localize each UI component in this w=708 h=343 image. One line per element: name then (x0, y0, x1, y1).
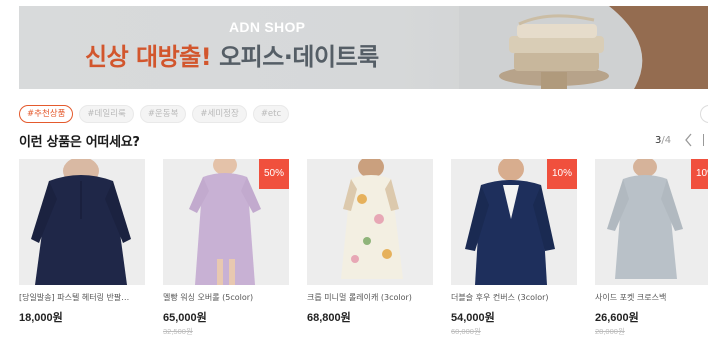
product-card[interactable]: 50% 멜빵 워싱 오버롤 (5color) 65,000원 32,500원 (163, 159, 289, 337)
discount-badge: 10% (547, 159, 577, 189)
product-image[interactable]: 10% (451, 159, 577, 285)
pager: 3 /4 (655, 133, 705, 147)
product-price: 68,800원 (307, 312, 351, 324)
discount-badge: 10% (691, 159, 708, 189)
product-name[interactable]: 더블슬 후우 컨버스 (3color) (451, 292, 577, 303)
product-price: 26,600원 (595, 312, 639, 324)
banner-title-highlight: 신상 대방출! (85, 43, 212, 71)
product-price: 18,000원 (19, 312, 63, 324)
pager-total: /4 (661, 134, 672, 146)
product-name[interactable]: 사이드 포켓 크로스백 (595, 292, 708, 303)
product-card[interactable]: 10% 사이드 포켓 크로스백 26,600원 28,000원 (595, 159, 708, 337)
product-image[interactable] (19, 159, 145, 285)
product-price: 65,000원 (163, 312, 207, 324)
tag-sportswear[interactable]: #운동복 (139, 105, 187, 123)
banner-fabric-image (459, 6, 708, 89)
discount-badge: 50% (259, 159, 289, 189)
tag-daily-look[interactable]: #데일리룩 (79, 105, 134, 123)
product-image[interactable]: 50% (163, 159, 289, 285)
product-image[interactable]: 10% (595, 159, 708, 285)
tag-semi-formal[interactable]: #세미정장 (192, 105, 247, 123)
product-card[interactable]: 10% 더블슬 후우 컨버스 (3color) 54,000원 60,000원 (451, 159, 577, 337)
prev-page-icon[interactable] (683, 133, 695, 147)
original-price: 28,000원 (595, 327, 625, 336)
product-card[interactable]: [당일발송] 파스텔 헤터링 반팔… 18,000원 (19, 159, 145, 325)
product-image[interactable] (307, 159, 433, 285)
tag-scroll-button[interactable] (700, 105, 708, 123)
tag-etc[interactable]: #etc (252, 105, 290, 123)
banner-title-rest: 오피스·데이트룩 (219, 43, 379, 71)
original-price: 60,000원 (451, 327, 481, 336)
product-price: 54,000원 (451, 312, 495, 324)
product-card[interactable]: 크롭 미니멀 롤레이캐 (3color) 68,800원 (307, 159, 433, 325)
banner-brand: ADN SHOP (229, 19, 306, 35)
pager-divider (703, 134, 705, 146)
promo-banner[interactable]: ADN SHOP 신상 대방출! 오피스·데이트룩 (19, 6, 708, 89)
product-name[interactable]: [당일발송] 파스텔 헤터링 반팔… (19, 292, 145, 303)
section-title: 이런 상품은 어떠세요? (19, 135, 140, 150)
original-price: 32,500원 (163, 327, 193, 336)
product-name[interactable]: 크롭 미니멀 롤레이캐 (3color) (307, 292, 433, 303)
product-name[interactable]: 멜빵 워싱 오버롤 (5color) (163, 292, 289, 303)
banner-title: 신상 대방출! 오피스·데이트룩 (85, 37, 379, 72)
tag-filter-bar: #추천상품 #데일리룩 #운동복 #세미정장 #etc (19, 105, 290, 123)
tag-recommended[interactable]: #추천상품 (19, 105, 74, 123)
